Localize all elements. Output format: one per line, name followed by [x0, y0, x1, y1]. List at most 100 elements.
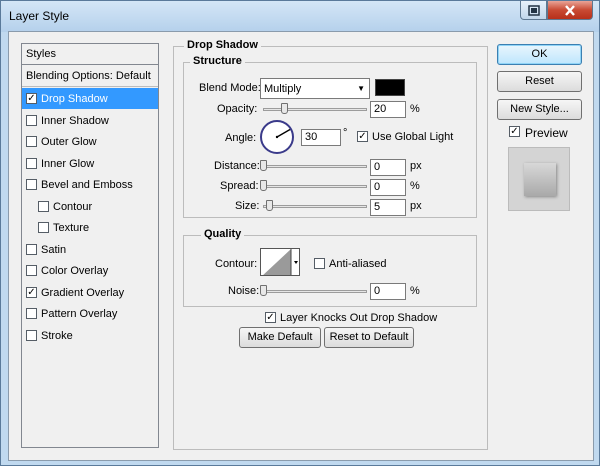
- list-item-label: Inner Glow: [41, 157, 95, 170]
- distance-label: Distance:: [214, 160, 260, 172]
- anti-aliased-label: Anti-aliased: [329, 258, 387, 270]
- spread-slider-track[interactable]: [263, 185, 367, 188]
- list-item-satin[interactable]: Satin: [22, 239, 158, 260]
- reset-button[interactable]: Reset: [497, 71, 582, 92]
- contour-label: Contour:: [215, 258, 258, 270]
- size-slider-track[interactable]: [263, 205, 367, 208]
- structure-title: Structure: [190, 55, 245, 67]
- noise-slider-track[interactable]: [263, 290, 367, 293]
- list-item-pattern-overlay[interactable]: Pattern Overlay: [22, 303, 158, 324]
- distance-slider-thumb[interactable]: [260, 160, 267, 171]
- reset-to-default-button[interactable]: Reset to Default: [324, 327, 414, 348]
- list-item-label: Color Overlay: [41, 264, 109, 277]
- opacity-slider-thumb[interactable]: [281, 103, 288, 114]
- angle-label: Angle:: [225, 132, 257, 144]
- ok-button[interactable]: OK: [497, 44, 582, 65]
- noise-input[interactable]: 0: [370, 283, 406, 300]
- opacity-label: Opacity:: [217, 103, 258, 115]
- styles-list-header: Styles: [22, 44, 158, 65]
- list-item-gradient-overlay[interactable]: Gradient Overlay: [22, 282, 158, 303]
- make-default-button[interactable]: Make Default: [239, 327, 321, 348]
- distance-slider-track[interactable]: [263, 165, 367, 168]
- inner-glow-checkbox[interactable]: [26, 158, 37, 169]
- list-item-texture[interactable]: Texture: [22, 217, 158, 238]
- list-item-color-overlay[interactable]: Color Overlay: [22, 260, 158, 281]
- opacity-slider-track[interactable]: [263, 108, 367, 111]
- list-item-label: Satin: [41, 243, 67, 256]
- list-item-label: Drop Shadow: [41, 92, 108, 105]
- preview-label: Preview: [525, 126, 568, 140]
- angle-input[interactable]: 30: [301, 129, 341, 146]
- window-title: Layer Style: [9, 9, 70, 23]
- blend-mode-label: Blend Mode:: [199, 82, 261, 94]
- stroke-checkbox[interactable]: [26, 330, 37, 341]
- dialog-body: Styles Blending Options: Default Drop Sh…: [8, 31, 594, 461]
- chevron-down-icon: ▼: [357, 84, 365, 93]
- list-item-drop-shadow[interactable]: Drop Shadow: [22, 88, 158, 109]
- list-item-label: Gradient Overlay: [41, 286, 125, 299]
- anti-aliased-checkbox[interactable]: [314, 258, 325, 269]
- list-item-blending-options[interactable]: Blending Options: Default: [22, 66, 158, 87]
- size-input[interactable]: 5: [370, 199, 406, 216]
- list-item-inner-shadow[interactable]: Inner Shadow: [22, 110, 158, 131]
- help-icon[interactable]: [520, 1, 547, 20]
- drop-shadow-checkbox[interactable]: [26, 93, 37, 104]
- use-global-light-label: Use Global Light: [372, 131, 454, 143]
- pattern-overlay-checkbox[interactable]: [26, 308, 37, 319]
- title-bar[interactable]: Layer Style: [1, 1, 599, 31]
- layer-knocks-out-checkbox[interactable]: [265, 312, 276, 323]
- angle-dial[interactable]: [260, 120, 294, 154]
- bevel-emboss-checkbox[interactable]: [26, 179, 37, 190]
- list-item-label: Pattern Overlay: [41, 307, 118, 320]
- list-item-label: Inner Shadow: [41, 114, 109, 127]
- drop-shadow-title: Drop Shadow: [184, 39, 261, 51]
- distance-input[interactable]: 0: [370, 159, 406, 176]
- list-item-label: Bevel and Emboss: [41, 178, 133, 191]
- list-item-inner-glow[interactable]: Inner Glow: [22, 153, 158, 174]
- color-overlay-checkbox[interactable]: [26, 265, 37, 276]
- list-item-label: Outer Glow: [41, 135, 97, 148]
- opacity-input[interactable]: 20: [370, 101, 406, 118]
- contour-checkbox[interactable]: [38, 201, 49, 212]
- angle-unit: °: [343, 127, 348, 139]
- outer-glow-checkbox[interactable]: [26, 136, 37, 147]
- preview-checkbox[interactable]: [509, 126, 520, 137]
- spread-slider-thumb[interactable]: [260, 180, 267, 191]
- noise-unit: %: [410, 285, 420, 297]
- list-item-label: Stroke: [41, 329, 73, 342]
- quality-title: Quality: [201, 228, 245, 240]
- size-unit: px: [410, 200, 422, 212]
- close-icon[interactable]: [547, 1, 593, 20]
- spread-input[interactable]: 0: [370, 179, 406, 196]
- noise-slider-thumb[interactable]: [260, 285, 267, 296]
- list-item-label: Contour: [53, 200, 93, 213]
- blend-mode-value: Multiply: [264, 82, 302, 95]
- inner-shadow-checkbox[interactable]: [26, 115, 37, 126]
- opacity-unit: %: [410, 103, 420, 115]
- list-item-label: Blending Options: Default: [26, 70, 151, 82]
- new-style-button[interactable]: New Style...: [497, 99, 582, 120]
- list-item-stroke[interactable]: Stroke: [22, 325, 158, 346]
- layer-knocks-out-label: Layer Knocks Out Drop Shadow: [280, 312, 438, 324]
- size-slider-thumb[interactable]: [266, 200, 273, 211]
- distance-unit: px: [410, 160, 422, 172]
- use-global-light-checkbox[interactable]: [357, 131, 368, 142]
- size-label: Size:: [235, 200, 260, 212]
- style-preview: [508, 147, 570, 211]
- noise-label: Noise:: [228, 285, 260, 297]
- styles-list: Styles Blending Options: Default Drop Sh…: [21, 43, 159, 448]
- preview-thumbnail: [524, 163, 556, 196]
- spread-unit: %: [410, 180, 420, 192]
- shadow-color-swatch[interactable]: [375, 79, 405, 96]
- list-item-bevel-emboss[interactable]: Bevel and Emboss: [22, 174, 158, 195]
- gradient-overlay-checkbox[interactable]: [26, 287, 37, 298]
- texture-checkbox[interactable]: [38, 222, 49, 233]
- layer-style-window: Layer Style Styles Blending Options: Def…: [0, 0, 600, 466]
- satin-checkbox[interactable]: [26, 244, 37, 255]
- spread-label: Spread:: [220, 180, 259, 192]
- contour-picker[interactable]: [260, 248, 300, 276]
- list-item-outer-glow[interactable]: Outer Glow: [22, 131, 158, 152]
- list-item-contour[interactable]: Contour: [22, 196, 158, 217]
- list-item-label: Texture: [53, 221, 90, 234]
- blend-mode-select[interactable]: Multiply ▼: [260, 78, 370, 99]
